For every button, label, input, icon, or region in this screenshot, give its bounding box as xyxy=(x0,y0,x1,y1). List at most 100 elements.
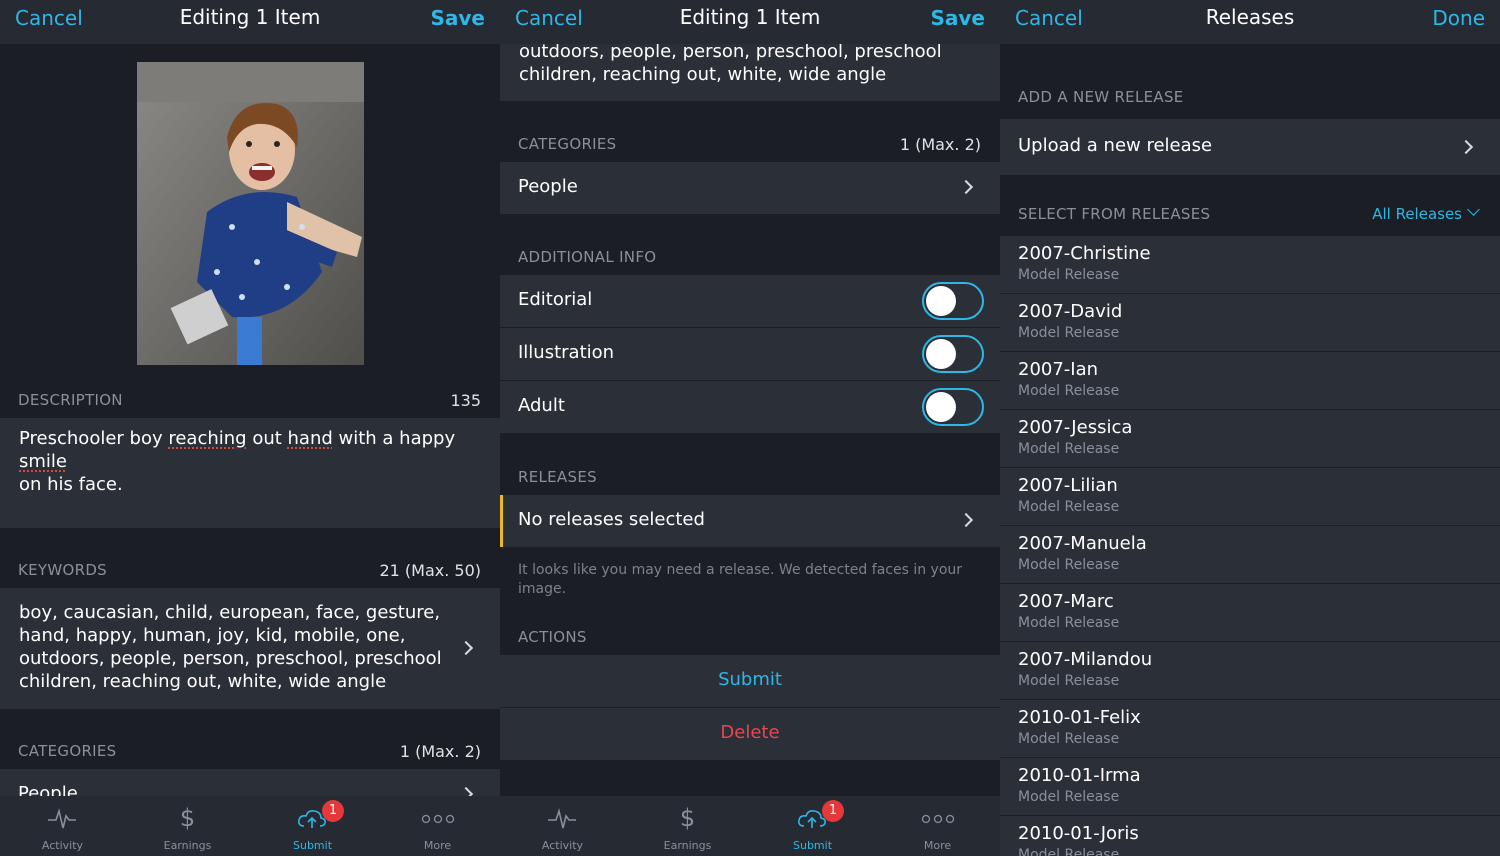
chevron-down-icon[interactable] xyxy=(1467,203,1480,216)
releases-row[interactable]: No releases selected xyxy=(500,495,1000,547)
tab-label: Earnings xyxy=(163,839,212,852)
release-row[interactable]: 2010-01-Felix Model Release xyxy=(1000,700,1500,757)
all-releases-filter[interactable]: All Releases xyxy=(1372,205,1462,223)
submit-button[interactable]: Submit xyxy=(500,669,1000,690)
release-row[interactable]: 2010-01-Irma Model Release xyxy=(1000,758,1500,815)
release-type: Model Release xyxy=(1018,383,1120,399)
illustration-row: Illustration xyxy=(500,328,1000,380)
release-type: Model Release xyxy=(1018,673,1120,689)
keywords-text: outdoors, people, person, preschool, pre… xyxy=(519,40,949,86)
releases-screen: Cancel Releases Done ADD A NEW RELEASE U… xyxy=(1000,0,1500,856)
release-row[interactable]: 2010-01-Joris Model Release xyxy=(1000,816,1500,856)
delete-action-row[interactable]: Delete xyxy=(500,708,1000,760)
dollar-icon: $ xyxy=(179,804,196,832)
release-name: 2007-Ian xyxy=(1018,359,1099,380)
tab-bar: Activity $ Earnings 1 Submit More xyxy=(500,796,1000,856)
release-row[interactable]: 2007-Milandou Model Release xyxy=(1000,642,1500,699)
nav-title: Editing 1 Item xyxy=(179,5,321,29)
releases-value: No releases selected xyxy=(518,509,705,530)
release-row[interactable]: 2007-Christine Model Release xyxy=(1000,236,1500,293)
release-type: Model Release xyxy=(1018,615,1120,631)
save-button[interactable]: Save xyxy=(430,6,485,30)
done-button[interactable]: Done xyxy=(1432,6,1485,30)
description-fragment-misspelled: smile xyxy=(19,451,67,472)
description-header: DESCRIPTION xyxy=(18,391,123,409)
release-type: Model Release xyxy=(1018,325,1120,341)
tab-more[interactable]: More xyxy=(875,796,1000,856)
release-name: 2007-Marc xyxy=(1018,591,1114,612)
release-type: Model Release xyxy=(1018,731,1120,747)
description-count: 135 xyxy=(450,391,481,410)
nav-bar: Cancel Editing 1 Item Save xyxy=(500,0,1000,44)
release-row[interactable]: 2007-Marc Model Release xyxy=(1000,584,1500,641)
keywords-count: 21 (Max. 50) xyxy=(379,561,481,580)
editorial-toggle[interactable] xyxy=(922,282,984,320)
categories-count: 1 (Max. 2) xyxy=(899,135,981,154)
photo-thumbnail[interactable] xyxy=(137,62,364,365)
keywords-header: KEYWORDS xyxy=(18,561,108,579)
release-type: Model Release xyxy=(1018,557,1120,573)
activity-icon xyxy=(48,808,76,829)
nav-title: Releases xyxy=(1205,5,1295,29)
description-line: on his face. xyxy=(19,474,123,495)
illustration-toggle[interactable] xyxy=(922,335,984,373)
release-row[interactable]: 2007-Manuela Model Release xyxy=(1000,526,1500,583)
tab-label: Submit xyxy=(792,839,833,852)
submit-badge: 1 xyxy=(322,800,344,822)
keywords-field[interactable]: boy, caucasian, child, european, face, g… xyxy=(0,588,500,709)
delete-button[interactable]: Delete xyxy=(500,722,1000,743)
release-row[interactable]: 2007-Ian Model Release xyxy=(1000,352,1500,409)
add-release-header: ADD A NEW RELEASE xyxy=(1018,88,1184,106)
release-row[interactable]: 2007-Jessica Model Release xyxy=(1000,410,1500,467)
release-name: 2010-01-Irma xyxy=(1018,765,1141,786)
tab-label: Earnings xyxy=(663,839,712,852)
tab-earnings[interactable]: $ Earnings xyxy=(125,796,250,856)
editorial-label: Editorial xyxy=(518,289,593,310)
tab-more[interactable]: More xyxy=(375,796,500,856)
release-warning-hint: It looks like you may need a release. We… xyxy=(518,561,988,599)
tab-activity[interactable]: Activity xyxy=(0,796,125,856)
release-type: Model Release xyxy=(1018,789,1120,805)
hint-line: It looks like you may need a release. We… xyxy=(518,562,963,578)
tab-activity[interactable]: Activity xyxy=(500,796,625,856)
tab-bar: Activity $ Earnings 1 Submit More xyxy=(0,796,500,856)
categories-header: CATEGORIES xyxy=(518,135,617,153)
description-field[interactable]: Preschooler boy reaching out hand with a… xyxy=(0,418,500,528)
categories-count: 1 (Max. 2) xyxy=(399,742,481,761)
submit-action-row[interactable]: Submit xyxy=(500,655,1000,707)
chevron-right-icon xyxy=(458,640,474,656)
release-name: 2007-Christine xyxy=(1018,243,1151,264)
categories-header: CATEGORIES xyxy=(18,742,117,760)
upload-release-row[interactable]: Upload a new release xyxy=(1000,119,1500,175)
adult-label: Adult xyxy=(518,395,565,416)
tab-label: Activity xyxy=(541,839,584,852)
description-fragment: Preschooler boy xyxy=(19,428,169,449)
additional-info-header: ADDITIONAL INFO xyxy=(518,248,657,266)
adult-toggle[interactable] xyxy=(922,388,984,426)
categories-row[interactable]: People xyxy=(500,162,1000,214)
release-name: 2010-01-Joris xyxy=(1018,823,1139,844)
tab-earnings[interactable]: $ Earnings xyxy=(625,796,750,856)
editorial-row: Editorial xyxy=(500,275,1000,327)
tab-submit[interactable]: 1 Submit xyxy=(750,796,875,856)
dollar-icon: $ xyxy=(679,804,696,832)
release-type: Model Release xyxy=(1018,499,1120,515)
release-name: 2007-David xyxy=(1018,301,1123,322)
description-fragment: with a happy xyxy=(332,428,456,449)
tab-submit[interactable]: 1 Submit xyxy=(250,796,375,856)
adult-row: Adult xyxy=(500,381,1000,433)
save-button[interactable]: Save xyxy=(930,6,985,30)
release-type: Model Release xyxy=(1018,267,1120,283)
keywords-line: children, reaching out, white, wide angl… xyxy=(519,64,887,85)
description-fragment: out xyxy=(246,428,288,449)
activity-icon xyxy=(548,808,576,829)
release-row[interactable]: 2007-David Model Release xyxy=(1000,294,1500,351)
release-row[interactable]: 2007-Lilian Model Release xyxy=(1000,468,1500,525)
description-text: Preschooler boy reaching out hand with a… xyxy=(19,427,489,496)
tab-label: Submit xyxy=(292,839,333,852)
edit-item-screen: Cancel Editing 1 Item Save DESCRIPTION 1… xyxy=(0,0,500,856)
categories-value: People xyxy=(518,176,578,197)
description-fragment-misspelled: reaching xyxy=(168,428,247,449)
tab-label: More xyxy=(923,839,952,852)
keywords-line: outdoors, people, person, preschool, pre… xyxy=(19,648,442,669)
